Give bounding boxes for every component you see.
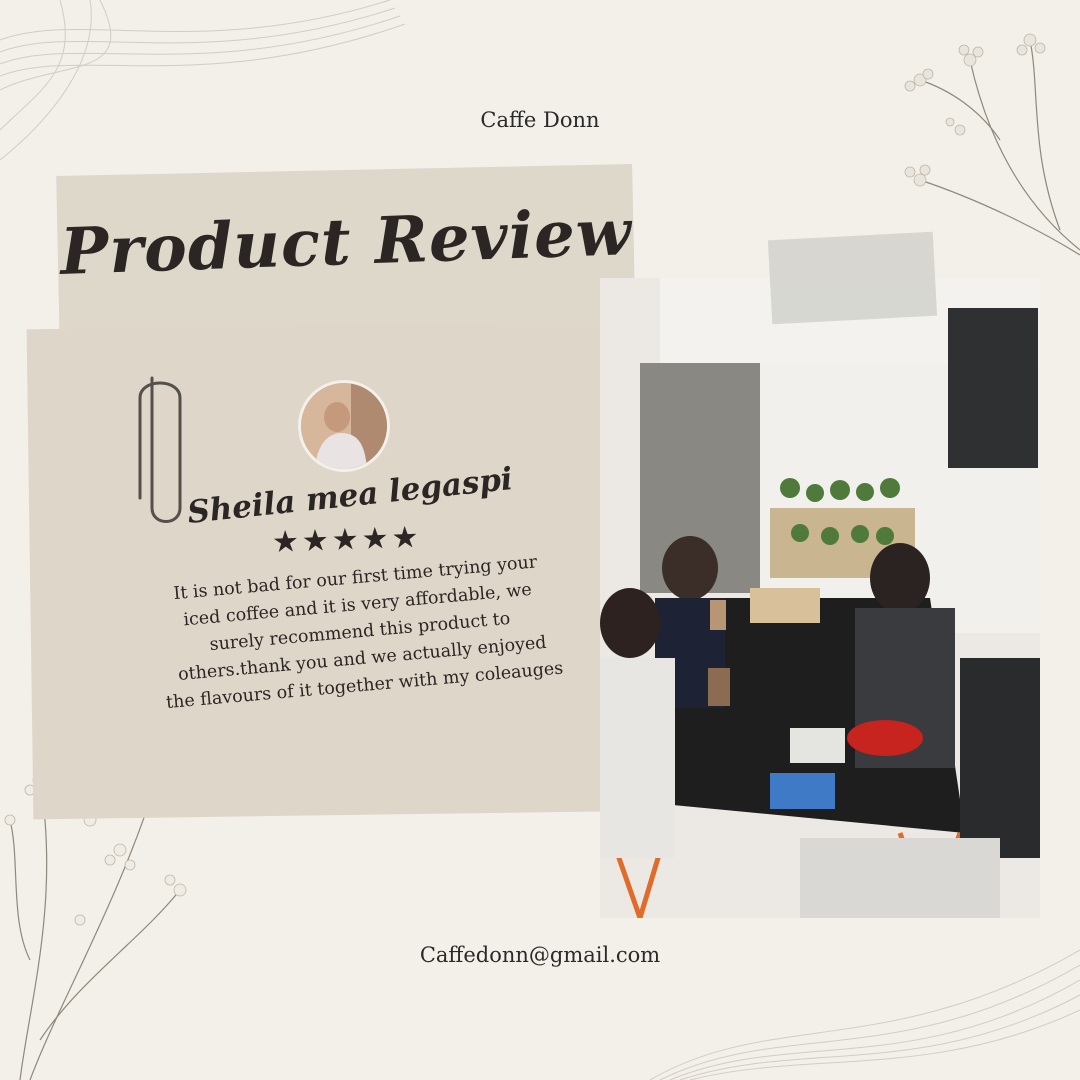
photo-tape bbox=[767, 231, 938, 325]
star-rating: ★★★★★ bbox=[271, 519, 423, 561]
wave-line-decoration bbox=[650, 949, 1080, 1080]
avatar bbox=[298, 380, 390, 472]
contact-email: Caffedonn@gmail.com bbox=[419, 943, 661, 967]
brand-name: Caffe Donn bbox=[480, 108, 600, 132]
wave-line-decoration bbox=[0, 0, 406, 161]
review-photo bbox=[600, 278, 1040, 918]
